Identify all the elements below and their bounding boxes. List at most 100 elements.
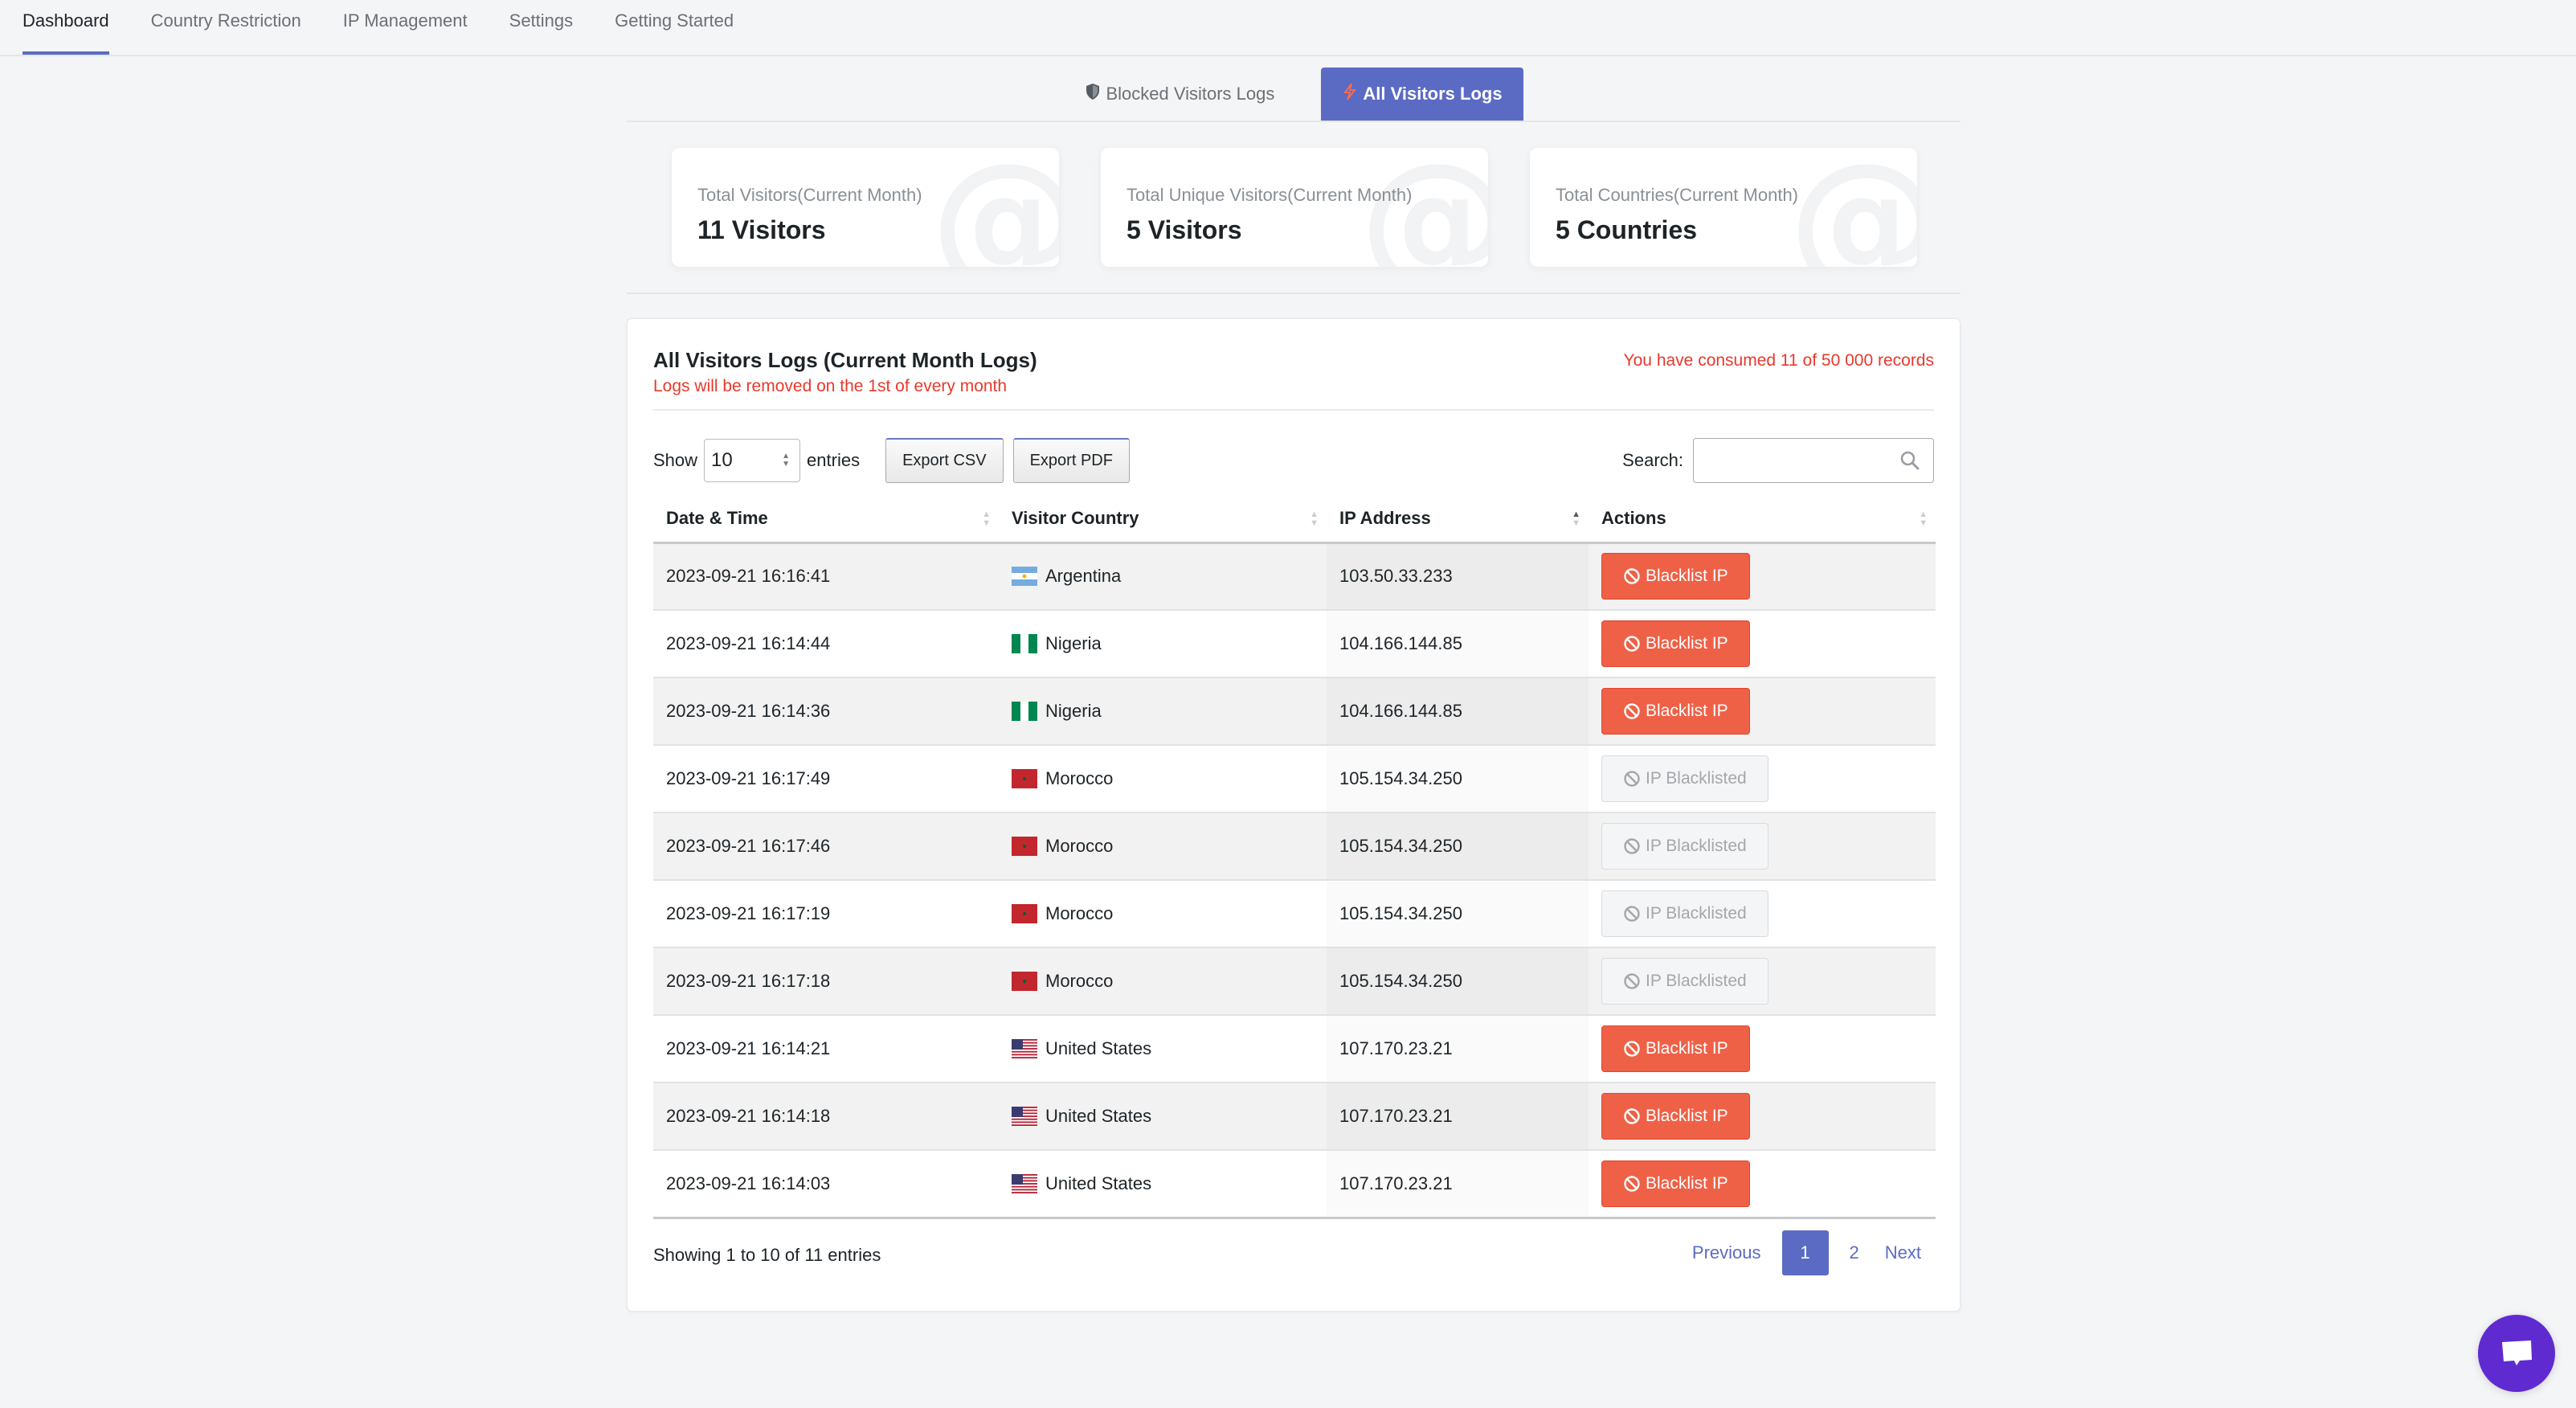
panel-title: All Visitors Logs (Current Month Logs) — [653, 348, 1037, 372]
entries-label: entries — [807, 450, 861, 470]
shield-icon — [1085, 83, 1101, 105]
cell-country: Morocco — [999, 948, 1327, 1016]
table-row: 2023-09-21 16:17:18 Morocco 105.154.34.250… — [653, 948, 1936, 1016]
table-header-row: Date & Time ▲ ▼ Visitor Country ▲ ▼ IP Addre… — [653, 496, 1936, 544]
button-label: Blacklist IP — [1646, 1107, 1728, 1125]
flag-ma-icon — [1012, 769, 1037, 788]
search-box — [1693, 438, 1934, 483]
ban-icon — [1624, 703, 1640, 719]
export-pdf-button[interactable]: Export PDF — [1012, 438, 1130, 483]
ban-icon — [1624, 771, 1640, 787]
blacklist-ip-button[interactable]: Blacklist IP — [1601, 688, 1750, 735]
column-visitor-country[interactable]: Visitor Country ▲ ▼ — [999, 496, 1327, 544]
ban-icon — [1624, 568, 1640, 584]
nav-settings[interactable]: Settings — [509, 0, 574, 55]
country-name: United States — [1045, 1173, 1152, 1193]
stat-label: Total Countries(Current Month) — [1556, 185, 1799, 205]
table-row: 2023-09-21 16:14:44 Nigeria 104.166.144.85… — [653, 610, 1936, 678]
stat-label: Total Unique Visitors(Current Month) — [1126, 185, 1413, 205]
chat-widget-button[interactable] — [2478, 1315, 2555, 1392]
nav-getting-started[interactable]: Getting Started — [615, 0, 734, 55]
column-actions[interactable]: Actions ▲ ▼ — [1589, 496, 1936, 544]
ban-icon — [1624, 1176, 1640, 1192]
button-label: Blacklist IP — [1646, 634, 1728, 653]
table-row: 2023-09-21 16:16:41 Argentina 103.50.33.23… — [653, 542, 1936, 611]
export-csv-button[interactable]: Export CSV — [885, 438, 1004, 483]
blacklist-ip-button[interactable]: Blacklist IP — [1601, 1160, 1750, 1207]
sort-icon: ▲ ▼ — [982, 510, 991, 528]
cell-ip-address: 105.154.34.250 — [1327, 880, 1589, 948]
cell-datetime: 2023-09-21 16:17:49 — [653, 745, 999, 813]
flag-ma-icon — [1012, 837, 1037, 856]
nav-dashboard[interactable]: Dashboard — [22, 0, 109, 55]
cell-datetime: 2023-09-21 16:14:36 — [653, 677, 999, 746]
nav-ip-management[interactable]: IP Management — [343, 0, 468, 55]
blacklist-ip-button[interactable]: Blacklist IP — [1601, 553, 1750, 600]
bolt-icon — [1342, 83, 1358, 105]
tab-all-visitors-logs[interactable]: All Visitors Logs — [1321, 68, 1523, 121]
country-name: Argentina — [1045, 566, 1122, 587]
table-row: 2023-09-21 16:14:03 United States 107.170.… — [653, 1150, 1936, 1219]
table-row: 2023-09-21 16:14:18 United States 107.170.… — [653, 1083, 1936, 1151]
page-2-button[interactable]: 2 — [1837, 1230, 1872, 1275]
stat-card-total-countries: @ Total Countries(Current Month) 5 Count… — [1530, 148, 1917, 267]
flag-ar-icon — [1012, 567, 1037, 587]
at-icon: @ — [1789, 148, 1917, 267]
cell-country: United States — [999, 1015, 1327, 1083]
search-input[interactable] — [1702, 439, 1895, 481]
tab-blocked-visitors-logs[interactable]: Blocked Visitors Logs — [1064, 68, 1295, 121]
cell-datetime: 2023-09-21 16:14:44 — [653, 610, 999, 678]
sort-icon: ▲ ▼ — [1919, 510, 1928, 528]
cell-country: United States — [999, 1150, 1327, 1219]
pagination: Previous 1 2 Next — [1679, 1230, 1934, 1275]
table-controls: Show 10 ▲ ▼ entries Export CSV Export PDF — [653, 438, 1130, 483]
records-consumed: You have consumed 11 of 50 000 records — [1623, 351, 1934, 370]
cell-ip-address: 105.154.34.250 — [1327, 745, 1589, 813]
ban-icon — [1624, 1108, 1640, 1124]
ban-icon — [1624, 973, 1640, 989]
previous-page-button[interactable]: Previous — [1679, 1230, 1774, 1275]
flag-us-icon — [1012, 1173, 1037, 1193]
cell-actions: IP Blacklisted — [1589, 880, 1936, 948]
show-label: Show — [653, 450, 698, 470]
blacklist-ip-button[interactable]: Blacklist IP — [1601, 1093, 1750, 1140]
blacklist-ip-button[interactable]: Blacklist IP — [1601, 1025, 1750, 1072]
button-label: Blacklist IP — [1646, 1173, 1728, 1193]
divider — [653, 409, 1934, 411]
page-1-button[interactable]: 1 — [1781, 1230, 1829, 1275]
column-date-time[interactable]: Date & Time ▲ ▼ — [653, 496, 999, 544]
blacklist-ip-button[interactable]: Blacklist IP — [1601, 620, 1750, 667]
cell-country: Nigeria — [999, 610, 1327, 678]
top-nav: Dashboard Country Restriction IP Managem… — [0, 0, 2576, 56]
page-length-select[interactable]: 10 ▲ ▼ — [704, 439, 801, 482]
stepper-icon: ▲ ▼ — [782, 452, 791, 469]
button-label: IP Blacklisted — [1646, 972, 1747, 990]
cell-actions: Blacklist IP — [1589, 1150, 1936, 1219]
search-icon — [1900, 451, 1920, 470]
stat-value: 5 Countries — [1556, 215, 1698, 244]
nav-country-restriction[interactable]: Country Restriction — [151, 0, 301, 55]
page-length-value: 10 — [711, 449, 733, 471]
cell-country: Morocco — [999, 812, 1327, 881]
cell-country: Morocco — [999, 745, 1327, 813]
at-icon: @ — [930, 148, 1059, 267]
cell-actions: Blacklist IP — [1589, 1083, 1936, 1151]
stat-value: 11 Visitors — [697, 215, 826, 244]
flag-ng-icon — [1012, 634, 1037, 653]
country-name: Morocco — [1045, 836, 1114, 856]
next-page-button[interactable]: Next — [1872, 1230, 1934, 1275]
ban-icon — [1624, 838, 1640, 854]
ban-icon — [1624, 636, 1640, 652]
cell-ip-address: 104.166.144.85 — [1327, 610, 1589, 678]
cell-datetime: 2023-09-21 16:14:03 — [653, 1150, 999, 1219]
stat-card-total-visitors: @ Total Visitors(Current Month) 11 Visit… — [672, 148, 1059, 267]
tab-label: All Visitors Logs — [1363, 84, 1503, 104]
flag-us-icon — [1012, 1107, 1037, 1126]
stat-value: 5 Visitors — [1126, 215, 1242, 244]
table-row: 2023-09-21 16:17:19 Morocco 105.154.34.250… — [653, 880, 1936, 948]
search: Search: — [1622, 438, 1934, 483]
cell-ip-address: 104.166.144.85 — [1327, 677, 1589, 746]
ip-blacklisted-button: IP Blacklisted — [1601, 958, 1768, 1005]
cell-country: Nigeria — [999, 677, 1327, 746]
column-ip-address[interactable]: IP Address ▲ ▼ — [1327, 496, 1589, 544]
